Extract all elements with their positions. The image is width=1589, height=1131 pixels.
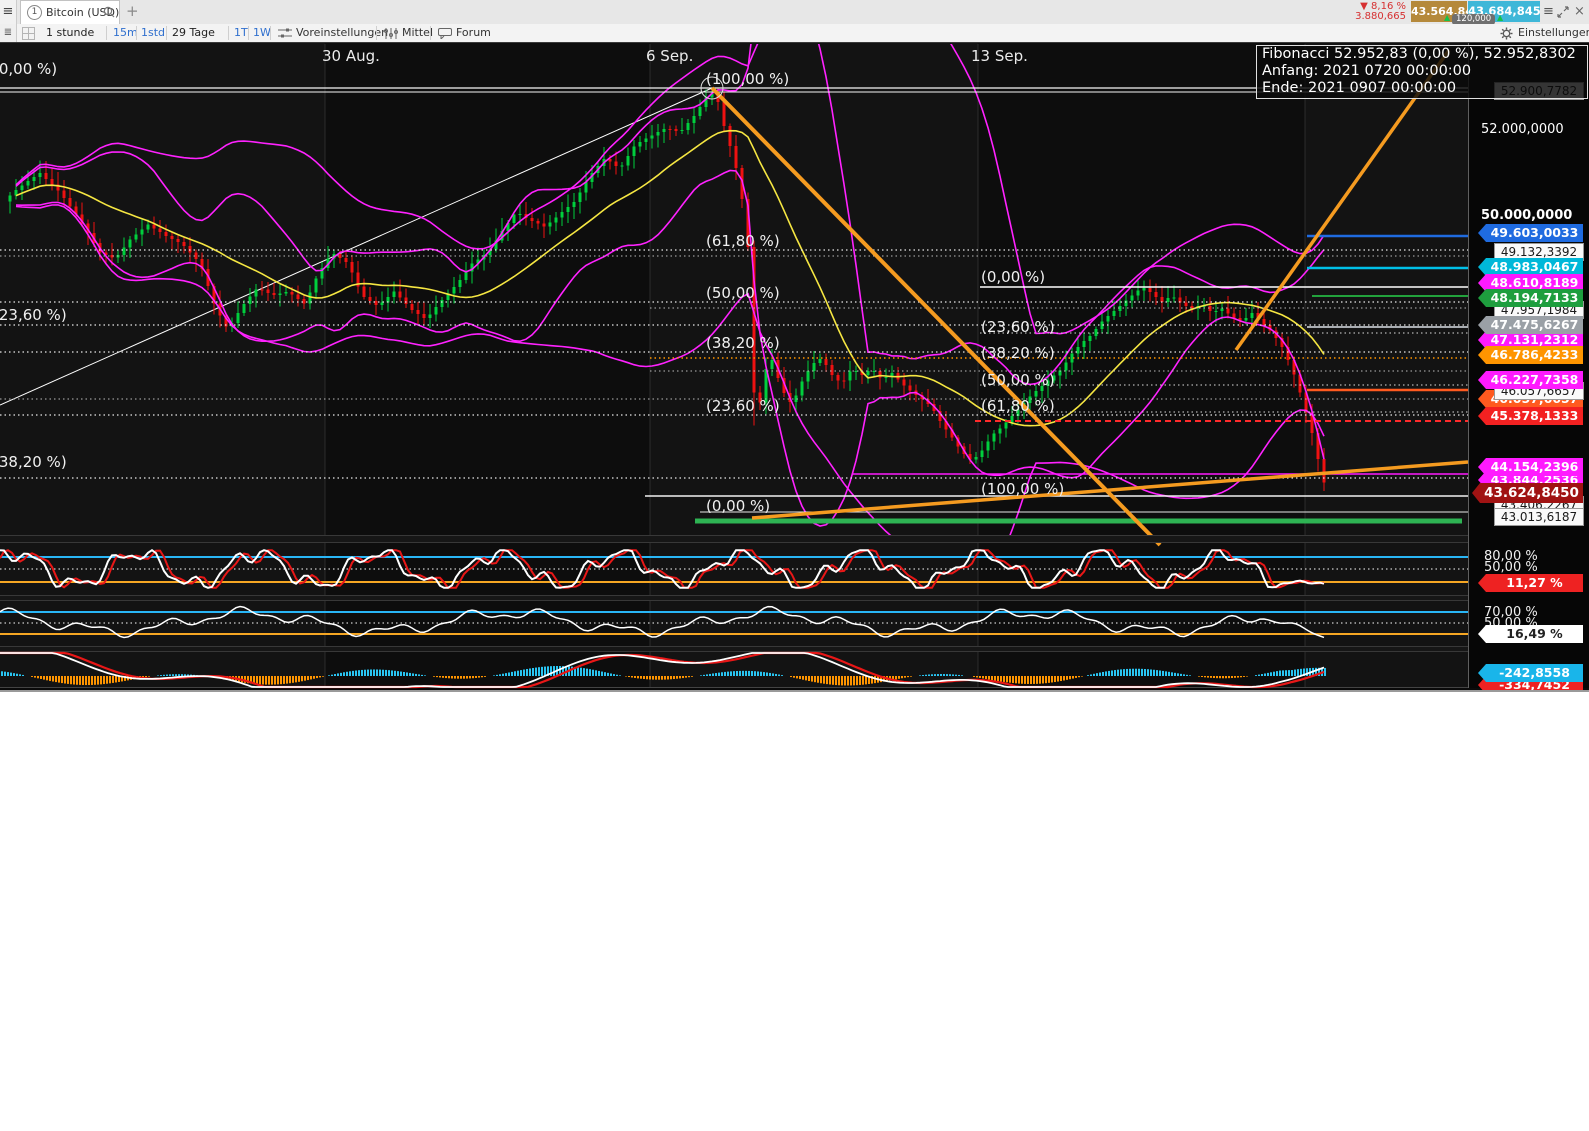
forum-button[interactable]: Forum — [456, 24, 491, 42]
settings-button[interactable]: Einstellungen — [1518, 24, 1589, 42]
tab-bitcoin-usd[interactable]: 1 Bitcoin (USD) — [20, 0, 120, 24]
chart-toolbar: ≣ 1 stunde 15m 1std 29 Tage 1T 1W Vorein… — [0, 24, 1589, 43]
presets-button[interactable]: Voreinstellungen — [296, 24, 388, 42]
layout-grid-icon[interactable] — [22, 27, 35, 40]
timeframe-current[interactable]: 1 stunde — [46, 24, 94, 42]
mean-icon[interactable] — [384, 28, 398, 39]
expand-icon[interactable] — [1557, 6, 1569, 18]
quote-change-abs: 3.880,665 — [1346, 12, 1406, 22]
presets-icon[interactable] — [278, 28, 292, 39]
mean-button[interactable]: Mittel — [402, 24, 433, 42]
add-tab-button[interactable]: + — [126, 2, 139, 20]
widget-menu-icon[interactable]: ≡ — [1543, 4, 1554, 19]
close-icon[interactable]: × — [1574, 4, 1585, 19]
gear-icon[interactable] — [1500, 27, 1513, 40]
search-icon[interactable] — [103, 6, 115, 18]
tf-1std-button[interactable]: 1std — [141, 24, 165, 42]
tab-number-badge: 1 — [27, 5, 42, 20]
tf-1t-button[interactable]: 1T — [234, 24, 248, 42]
range-current[interactable]: 29 Tage — [172, 24, 215, 42]
main-menu-icon[interactable]: ≡ — [0, 0, 17, 24]
chart-canvas[interactable] — [0, 42, 1589, 690]
forum-icon[interactable] — [438, 28, 452, 39]
quote-change: ▼ 8,16 % 3.880,665 — [1346, 2, 1406, 22]
tf-15m-button[interactable]: 15m — [113, 24, 138, 42]
ask-up-icon: ▲ — [1497, 13, 1503, 22]
tf-1w-button[interactable]: 1W — [253, 24, 271, 42]
tab-bar: ≡ 1 Bitcoin (USD) + ▼ 8,16 % 3.880,665 4… — [0, 0, 1589, 25]
trading-app: ≡ 1 Bitcoin (USD) + ▼ 8,16 % 3.880,665 4… — [0, 0, 1589, 1131]
chart-widget — [0, 42, 1589, 692]
bid-up-icon: ▲ — [1444, 13, 1450, 22]
legend-icon[interactable]: ≣ — [0, 24, 17, 42]
